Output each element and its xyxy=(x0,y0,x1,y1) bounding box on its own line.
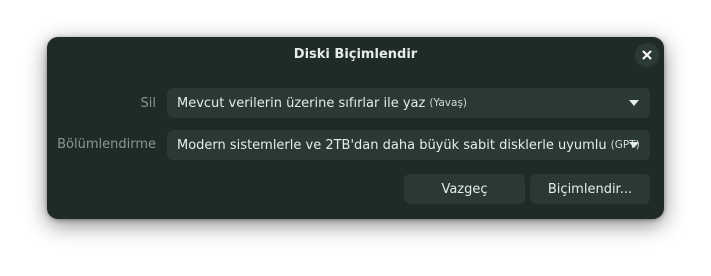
partitioning-combo-value: Modern sistemlerle ve 2TB'dan daha büyük… xyxy=(177,137,607,153)
chevron-down-icon xyxy=(629,100,639,106)
close-button[interactable] xyxy=(635,43,659,67)
close-icon xyxy=(642,50,652,60)
format-disk-dialog: Diski Biçimlendir Sil Mevcut verilerin ü… xyxy=(47,37,664,219)
erase-combo-value: Mevcut verilerin üzerine sıfırlar ile ya… xyxy=(177,95,426,111)
cancel-button[interactable]: Vazgeç xyxy=(404,174,525,204)
erase-label: Sil xyxy=(140,96,156,111)
erase-combo-subvalue: (Yavaş) xyxy=(429,97,468,109)
partitioning-combo[interactable]: Modern sistemlerle ve 2TB'dan daha büyük… xyxy=(167,130,650,160)
partitioning-label: Bölümlendirme xyxy=(57,137,156,152)
dialog-title: Diski Biçimlendir xyxy=(293,47,418,62)
format-button[interactable]: Biçimlendir... xyxy=(530,174,650,204)
erase-combo[interactable]: Mevcut verilerin üzerine sıfırlar ile ya… xyxy=(167,88,650,118)
chevron-down-icon xyxy=(629,142,639,148)
